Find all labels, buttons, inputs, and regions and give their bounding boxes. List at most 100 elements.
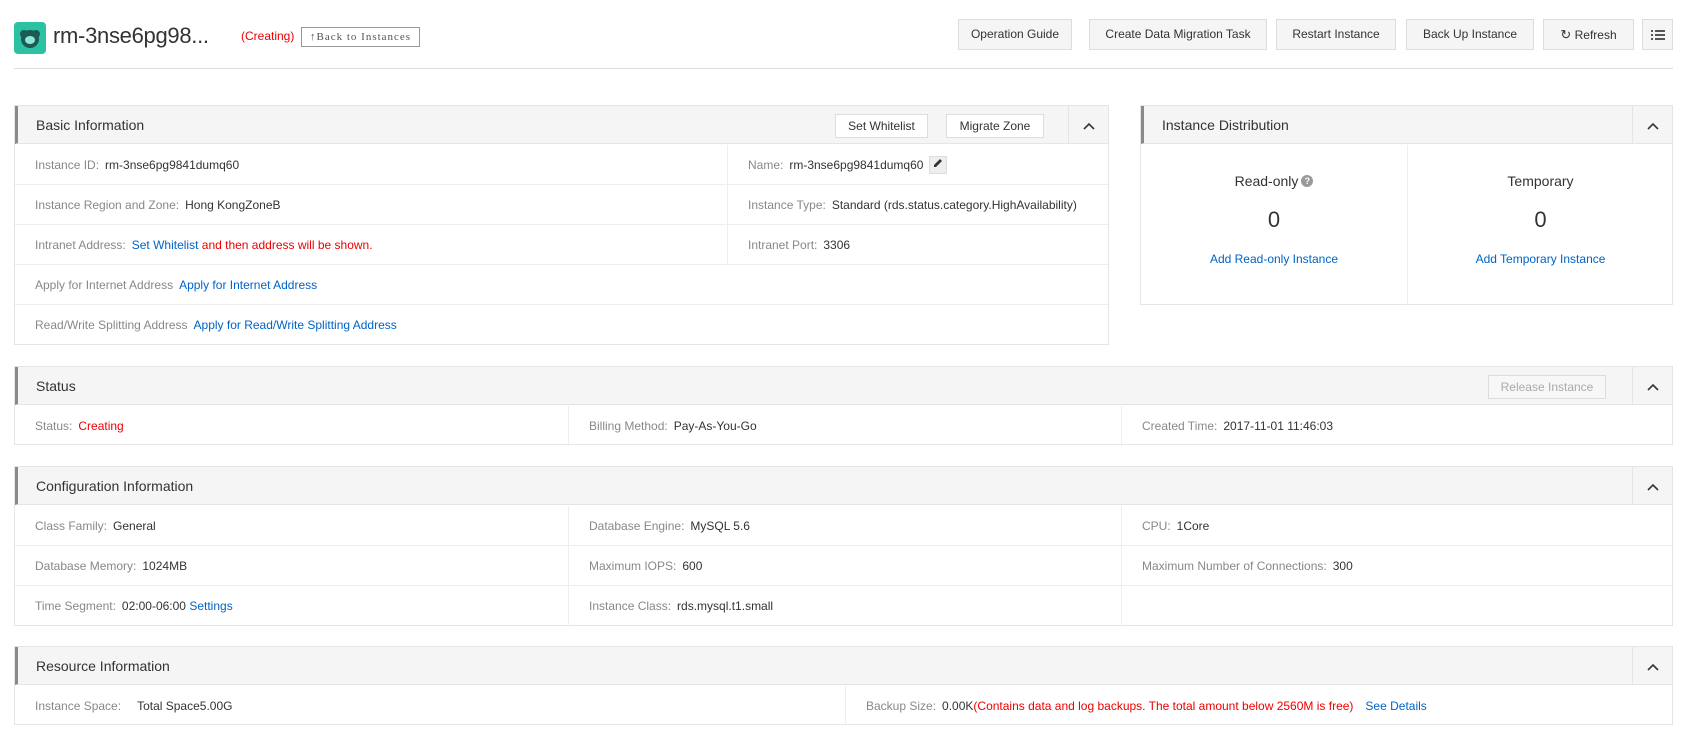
connections-label: Maximum Number of Connections: (1142, 559, 1327, 573)
space-label: Instance Space: (35, 699, 122, 713)
intranet-label: Intranet Address: (35, 238, 126, 252)
distribution-title: Instance Distribution (1162, 117, 1289, 133)
edit-name-icon[interactable] (929, 155, 948, 174)
info-row: Instance Region and Zone: Hong KongZoneB … (15, 185, 1108, 225)
space-cell: Instance Space: Total Space5.00G (15, 686, 845, 726)
collapse-button[interactable] (1632, 467, 1672, 505)
config-panel: Configuration Information Class Family: G… (14, 466, 1673, 626)
port-value: 3306 (823, 238, 851, 252)
collapse-button[interactable] (1632, 106, 1672, 144)
add-readonly-link[interactable]: Add Read-only Instance (1141, 252, 1407, 266)
list-icon (1650, 29, 1665, 40)
temporary-count: 0 (1534, 207, 1547, 232)
resource-title: Resource Information (36, 658, 170, 674)
operation-guide-button[interactable]: Operation Guide (958, 19, 1072, 50)
internet-label: Apply for Internet Address (35, 278, 174, 292)
readonly-count: 0 (1267, 207, 1281, 232)
created-value: 2017-11-01 11:46:03 (1223, 419, 1334, 433)
region-cell: Instance Region and Zone: Hong KongZoneB (15, 185, 727, 225)
resource-header: Resource Information (15, 647, 1672, 685)
class-family-value: General (113, 519, 156, 533)
info-row: Read/Write Splitting Address Apply for Re… (15, 305, 1108, 345)
config-row: Database Memory: 1024MB Maximum IOPS: 600 … (15, 546, 1672, 586)
add-temporary-link[interactable]: Add Temporary Instance (1408, 252, 1673, 266)
header-divider (14, 68, 1673, 69)
segment-label: Time Segment: (35, 599, 116, 613)
port-label: Intranet Port: (748, 238, 818, 252)
restart-instance-button[interactable]: Restart Instance (1276, 19, 1396, 50)
cpu-label: CPU: (1142, 519, 1171, 533)
chevron-up-icon (1082, 122, 1095, 130)
memory-cell: Database Memory: 1024MB (15, 546, 568, 586)
collapse-button[interactable] (1632, 367, 1672, 405)
name-label: Name: (748, 158, 784, 172)
billing-cell: Billing Method: Pay-As-You-Go (568, 406, 1121, 446)
backup-cell: Backup Size: 0.00K(Contains data and log … (845, 686, 1673, 726)
back-to-instances-button[interactable]: ↑Back to Instances (301, 27, 421, 47)
see-details-link[interactable]: See Details (1365, 699, 1426, 713)
iops-value: 600 (682, 559, 703, 573)
apply-rw-link[interactable]: Apply for Read/Write Splitting Address (194, 318, 397, 332)
space-value: Total Space5.00G (137, 699, 233, 713)
set-whitelist-button[interactable]: Set Whitelist (835, 114, 928, 138)
backup-instance-button[interactable]: Back Up Instance (1406, 19, 1534, 50)
temporary-column: Temporary 0 Add Temporary Instance (1407, 145, 1673, 305)
connections-value: 300 (1332, 559, 1353, 573)
temporary-label: Temporary (1507, 173, 1574, 189)
name-cell: Name: rm-3nse6pg9841dumq60 (727, 145, 1109, 185)
memory-value: 1024MB (142, 559, 188, 573)
iops-label: Maximum IOPS: (589, 559, 677, 573)
status-cell: Status: Creating (15, 406, 568, 446)
resource-row: Instance Space: Total Space5.00G Backup S… (15, 686, 1672, 726)
status-header: Status Release Instance (15, 367, 1672, 405)
release-instance-button[interactable]: Release Instance (1488, 375, 1606, 399)
instance-class-cell: Instance Class: rds.mysql.t1.small (568, 586, 1121, 626)
readonly-title: Read-only? (1141, 173, 1407, 189)
instance-id-cell: Instance ID: rm-3nse6pg9841dumq60 (15, 145, 727, 185)
name-value: rm-3nse6pg9841dumq60 (789, 158, 924, 172)
created-label: Created Time: (1142, 419, 1218, 433)
rw-label: Read/Write Splitting Address (35, 318, 188, 332)
instance-class-value: rds.mysql.t1.small (677, 599, 774, 613)
info-row: Apply for Internet Address Apply for Inte… (15, 265, 1108, 305)
instance-id-label: Instance ID: (35, 158, 100, 172)
engine-cell: Database Engine: MySQL 5.6 (568, 506, 1121, 546)
region-label: Instance Region and Zone: (35, 198, 180, 212)
iops-cell: Maximum IOPS: 600 (568, 546, 1121, 586)
distribution-header: Instance Distribution (1141, 106, 1672, 144)
status-row: Status: Creating Billing Method: Pay-As-Yo… (15, 406, 1672, 446)
collapse-button[interactable] (1632, 647, 1672, 685)
config-row: Time Segment: 02:00-06:00 Settings Instan… (15, 586, 1672, 626)
refresh-label: Refresh (1574, 28, 1617, 42)
segment-settings-link[interactable]: Settings (189, 599, 232, 613)
intranet-set-whitelist-link[interactable]: Set Whitelist (132, 238, 199, 252)
empty-cell (1121, 586, 1673, 626)
chevron-up-icon (1646, 383, 1659, 391)
chevron-up-icon (1646, 663, 1659, 671)
info-row: Instance ID: rm-3nse6pg9841dumq60 Name: rm… (15, 145, 1108, 185)
config-title: Configuration Information (36, 478, 194, 494)
help-icon[interactable]: ? (1301, 175, 1314, 188)
class-family-cell: Class Family: General (15, 506, 568, 546)
created-cell: Created Time: 2017-11-01 11:46:03 (1121, 406, 1673, 446)
collapse-button[interactable] (1068, 106, 1108, 144)
readonly-column: Read-only? 0 Add Read-only Instance (1141, 145, 1407, 305)
billing-value: Pay-As-You-Go (673, 419, 757, 433)
list-view-button[interactable] (1642, 19, 1673, 50)
backup-value: 0.00K (942, 699, 974, 713)
config-header: Configuration Information (15, 467, 1672, 505)
engine-value: MySQL 5.6 (690, 519, 750, 533)
refresh-icon: ↻ (1560, 27, 1572, 42)
status-value: Creating (78, 419, 124, 433)
create-migration-task-button[interactable]: Create Data Migration Task (1089, 19, 1267, 50)
info-row: Intranet Address: Set Whitelist and then … (15, 225, 1108, 265)
billing-label: Billing Method: (589, 419, 668, 433)
distribution-panel: Instance Distribution Read-only? 0 Add R… (1140, 105, 1673, 305)
migrate-zone-button[interactable]: Migrate Zone (946, 114, 1044, 138)
memory-label: Database Memory: (35, 559, 137, 573)
apply-internet-link[interactable]: Apply for Internet Address (179, 278, 317, 292)
refresh-button[interactable]: ↻ Refresh (1543, 19, 1634, 50)
cpu-value: 1Core (1176, 519, 1210, 533)
internet-cell: Apply for Internet Address Apply for Inte… (15, 265, 1109, 305)
type-value: Standard (rds.status.category.HighAvaila… (831, 198, 1077, 212)
